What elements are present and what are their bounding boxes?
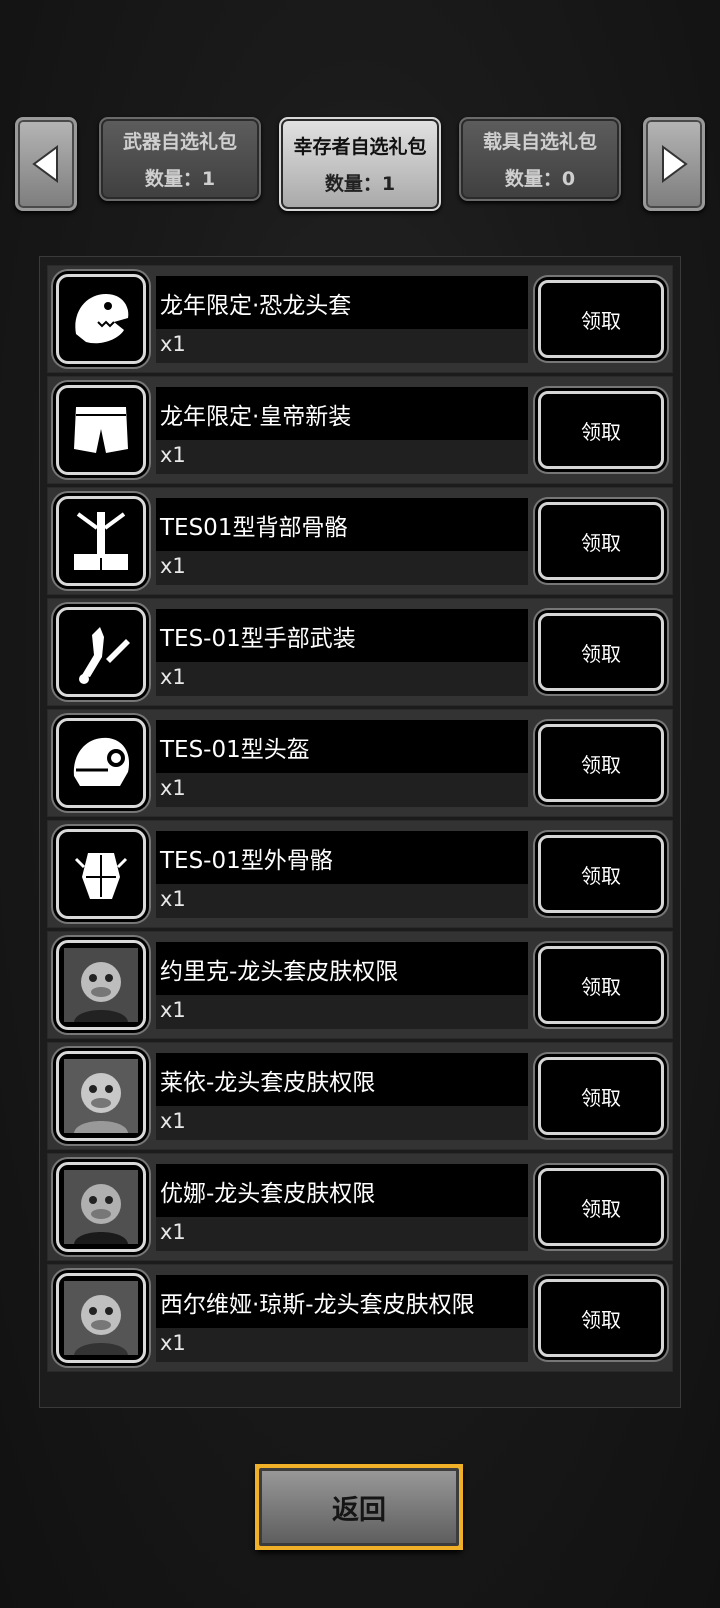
tab-label: 武器自选礼包 <box>122 131 237 153</box>
item-icon-frame <box>56 1162 146 1252</box>
dinosaur-head-icon <box>75 294 129 344</box>
helmet-icon <box>73 737 130 786</box>
corner-ornament <box>441 1464 463 1486</box>
tab-vehicle-pack[interactable]: 载具自选礼包 数量：0 <box>459 117 621 201</box>
tab-label: 幸存者自选礼包 <box>293 136 427 158</box>
list-item: TES-01型头盔 x1 领取 <box>47 709 673 817</box>
dragon-skin-portrait-icon <box>64 1059 138 1133</box>
arm-weapon-icon <box>79 627 130 684</box>
item-icon-frame <box>56 1051 146 1141</box>
tab-label: 载具自选礼包 <box>482 131 597 153</box>
shorts-icon <box>74 407 128 453</box>
item-icon-frame <box>56 829 146 919</box>
list-item: 西尔维娅·琼斯-龙头套皮肤权限 x1 领取 <box>47 1264 673 1372</box>
back-button[interactable]: 返回 <box>255 1464 463 1550</box>
claim-button[interactable]: 领取 <box>538 835 664 913</box>
dragon-skin-portrait-icon <box>64 1281 138 1355</box>
item-quantity: x1 <box>156 1106 528 1140</box>
list-item: 龙年限定·皇帝新装 x1 领取 <box>47 376 673 484</box>
list-item: 龙年限定·恐龙头套 x1 领取 <box>47 265 673 373</box>
item-icon-frame <box>56 274 146 364</box>
item-name: 莱依-龙头套皮肤权限 <box>156 1053 528 1106</box>
corner-ornament <box>255 1528 277 1550</box>
claim-button[interactable]: 领取 <box>538 391 664 469</box>
item-icon-frame <box>56 385 146 475</box>
item-icon-frame <box>56 1273 146 1363</box>
item-name: 龙年限定·恐龙头套 <box>156 276 528 329</box>
claim-button[interactable]: 领取 <box>538 724 664 802</box>
corner-ornament <box>255 1464 277 1486</box>
dragon-skin-portrait-icon <box>64 1170 138 1244</box>
claim-button[interactable]: 领取 <box>538 1057 664 1135</box>
exoskeleton-icon <box>74 853 128 899</box>
claim-button[interactable]: 领取 <box>538 613 664 691</box>
item-name: 西尔维娅·琼斯-龙头套皮肤权限 <box>156 1275 528 1328</box>
list-item: TES-01型外骨骼 x1 领取 <box>47 820 673 928</box>
tab-weapon-pack[interactable]: 武器自选礼包 数量：1 <box>99 117 261 201</box>
list-item: 约里克-龙头套皮肤权限 x1 领取 <box>47 931 673 1039</box>
item-quantity: x1 <box>156 440 528 474</box>
item-quantity: x1 <box>156 662 528 696</box>
tab-count: 数量：1 <box>324 173 396 195</box>
claim-button[interactable]: 领取 <box>538 1279 664 1357</box>
claim-button[interactable]: 领取 <box>538 946 664 1024</box>
prev-tab-button[interactable] <box>15 117 77 211</box>
claim-button[interactable]: 领取 <box>538 280 664 358</box>
item-name: TES01型背部骨骼 <box>156 498 528 551</box>
item-name: 约里克-龙头套皮肤权限 <box>156 942 528 995</box>
back-label: 返回 <box>332 1494 386 1526</box>
tab-count: 数量：1 <box>144 168 216 190</box>
item-quantity: x1 <box>156 995 528 1029</box>
item-name: TES-01型手部武装 <box>156 609 528 662</box>
item-quantity: x1 <box>156 1217 528 1251</box>
item-icon-frame <box>56 718 146 808</box>
item-name: 优娜-龙头套皮肤权限 <box>156 1164 528 1217</box>
item-name: TES-01型外骨骼 <box>156 831 528 884</box>
item-quantity: x1 <box>156 773 528 807</box>
dragon-skin-portrait-icon <box>64 948 138 1022</box>
item-quantity: x1 <box>156 329 528 363</box>
item-name: 龙年限定·皇帝新装 <box>156 387 528 440</box>
reward-list[interactable]: 龙年限定·恐龙头套 x1 领取 龙年限定·皇帝新装 x1 领取 TES01型背部… <box>39 256 681 1408</box>
item-icon-frame <box>56 940 146 1030</box>
list-item: 莱依-龙头套皮肤权限 x1 领取 <box>47 1042 673 1150</box>
item-icon-frame <box>56 607 146 697</box>
next-tab-button[interactable] <box>643 117 705 211</box>
tab-survivor-pack[interactable]: 幸存者自选礼包 数量：1 <box>279 117 441 211</box>
item-icon-frame <box>56 496 146 586</box>
gift-pack-screen: 武器自选礼包 数量：1 幸存者自选礼包 数量：1 载具自选礼包 数量：0 龙年限… <box>0 0 720 1608</box>
list-item: TES01型背部骨骼 x1 领取 <box>47 487 673 595</box>
back-exoskeleton-icon <box>74 512 128 570</box>
item-quantity: x1 <box>156 551 528 585</box>
tab-count: 数量：0 <box>504 168 576 190</box>
list-item: TES-01型手部武装 x1 领取 <box>47 598 673 706</box>
item-name: TES-01型头盔 <box>156 720 528 773</box>
item-quantity: x1 <box>156 884 528 918</box>
item-quantity: x1 <box>156 1328 528 1362</box>
list-item: 优娜-龙头套皮肤权限 x1 领取 <box>47 1153 673 1261</box>
arrow-right-icon <box>662 145 688 183</box>
corner-ornament <box>441 1528 463 1550</box>
claim-button[interactable]: 领取 <box>538 1168 664 1246</box>
arrow-left-icon <box>32 145 58 183</box>
claim-button[interactable]: 领取 <box>538 502 664 580</box>
